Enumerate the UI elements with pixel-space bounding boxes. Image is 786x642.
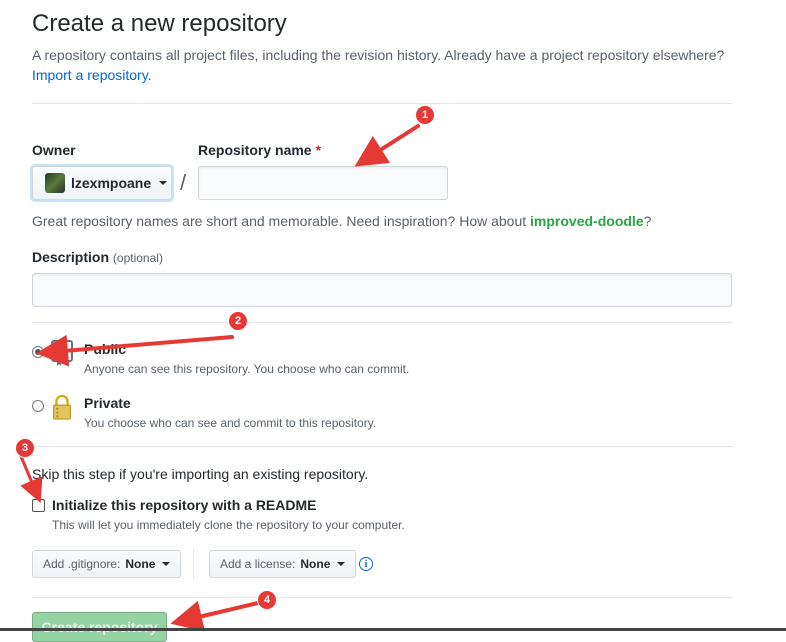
name-suggestion[interactable]: improved-doodle	[530, 213, 644, 229]
repository-name-hint: Great repository names are short and mem…	[32, 213, 651, 229]
description-label-text: Description	[32, 249, 110, 265]
private-radio[interactable]	[32, 400, 44, 412]
required-mark: *	[315, 142, 322, 158]
annotation-badge-4: 4	[258, 591, 276, 609]
chevron-down-icon	[162, 562, 171, 566]
arrow-2	[36, 334, 234, 367]
gitignore-select-button[interactable]: Add .gitignore: None	[32, 550, 182, 578]
gitignore-prefix: Add .gitignore:	[43, 557, 121, 571]
vertical-divider	[193, 549, 194, 579]
annotation-badge-1: 1	[416, 106, 434, 124]
owner-repo-separator: /	[180, 170, 187, 195]
optional-tag: (optional)	[112, 251, 163, 265]
annotation-badge-2: 2	[229, 312, 247, 330]
public-radio[interactable]	[32, 346, 44, 358]
private-description: You choose who can see and commit to thi…	[84, 416, 377, 430]
annotation-arrows	[18, 124, 420, 631]
divider	[32, 446, 732, 447]
arrow-1	[354, 124, 420, 167]
repo-icon	[51, 340, 73, 366]
readme-checkbox[interactable]	[32, 499, 45, 512]
gitignore-value: None	[125, 557, 156, 571]
private-title: Private	[84, 395, 131, 411]
readme-label[interactable]: Initialize this repository with a README	[52, 497, 316, 513]
arrow-4	[170, 600, 260, 631]
description-label: Description (optional)	[32, 249, 163, 265]
hint-prefix: Great repository names are short and mem…	[32, 213, 531, 229]
import-repository-link[interactable]: Import a repository.	[32, 67, 152, 83]
create-repository-button[interactable]: Create repository	[32, 612, 167, 642]
hint-suffix: ?	[643, 213, 652, 229]
divider	[32, 597, 732, 598]
public-title: Public	[84, 341, 127, 357]
readme-description: This will let you immediately clone the …	[52, 518, 405, 532]
lock-icon	[53, 394, 71, 420]
chevron-down-icon	[337, 562, 346, 566]
license-value: None	[300, 557, 331, 571]
avatar	[45, 173, 65, 193]
chevron-down-icon	[159, 181, 168, 185]
skip-step-text: Skip this step if you're importing an ex…	[32, 466, 369, 482]
divider	[32, 103, 732, 104]
owner-select-button[interactable]: lzexmpoane	[32, 166, 172, 200]
page-title: Create a new repository	[32, 10, 287, 37]
license-select-button[interactable]: Add a license: None	[209, 550, 357, 578]
info-icon[interactable]: i	[359, 557, 373, 571]
owner-value: lzexmpoane	[71, 175, 152, 191]
page-subtitle: A repository contains all project files,…	[32, 45, 752, 85]
public-description: Anyone can see this repository. You choo…	[84, 362, 410, 376]
divider	[32, 322, 732, 323]
repository-name-label: Repository name *	[198, 142, 321, 158]
license-prefix: Add a license:	[220, 557, 296, 571]
owner-label: Owner	[32, 142, 76, 158]
repository-name-label-text: Repository name	[198, 142, 312, 158]
subtitle-text: A repository contains all project files,…	[32, 47, 725, 63]
annotation-badge-3: 3	[16, 439, 34, 457]
repository-name-input[interactable]	[198, 166, 448, 200]
description-input[interactable]	[32, 273, 732, 307]
